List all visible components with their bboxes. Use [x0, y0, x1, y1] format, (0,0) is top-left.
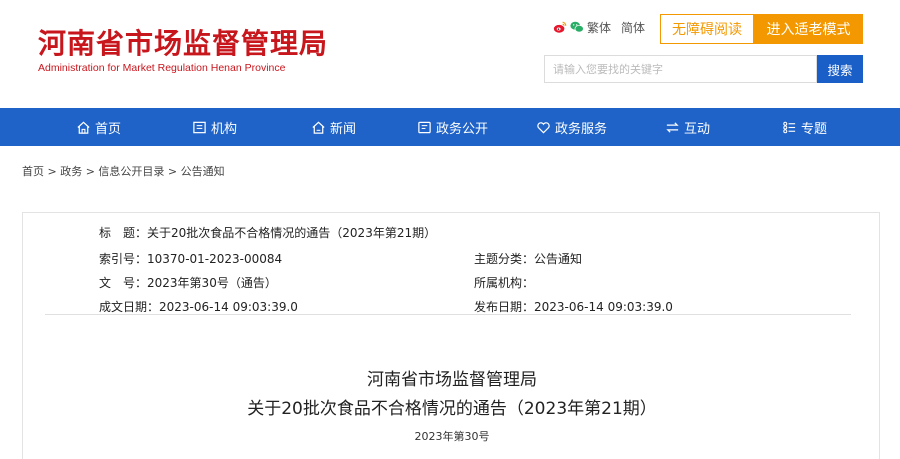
document-heading-org: 河南省市场监督管理局 — [367, 370, 537, 390]
simplified-link[interactable]: 简体 — [621, 19, 645, 36]
meta-created-value: 2023-06-14 09:03:39.0 — [159, 300, 298, 314]
document-heading-title: 关于20批次食品不合格情况的通告（2023年第21期） — [247, 399, 657, 419]
search-input[interactable] — [544, 55, 817, 83]
nav-item-news[interactable]: 新闻 — [311, 108, 356, 146]
meta-index-value: 10370-01-2023-00084 — [147, 252, 283, 266]
search-button[interactable]: 搜索 — [817, 55, 863, 83]
meta-published-value: 2023-06-14 09:03:39.0 — [534, 300, 673, 314]
nav-item-gov-service[interactable]: 政务服务 — [536, 108, 607, 146]
nav-label-interact: 互动 — [684, 121, 711, 137]
nav-label-gov-service: 政务服务 — [555, 121, 608, 137]
traditional-link[interactable]: 繁体 — [587, 19, 611, 36]
meta-category-label: 主题分类： — [474, 252, 535, 266]
list-icon — [783, 121, 796, 133]
nav-item-org[interactable]: 机构 — [192, 108, 237, 146]
meta-docno-value: 2023年第30号（通告） — [147, 276, 277, 290]
meta-category-value: 公告通知 — [534, 252, 583, 266]
meta-published-row: 发布日期：2023-06-14 09:03:39.0 — [474, 298, 673, 315]
nav-label-topics: 专题 — [801, 121, 828, 137]
site-logo-en: Administration for Market Regulation Hen… — [38, 62, 286, 74]
meta-category-row: 主题分类：公告通知 — [474, 250, 582, 267]
meta-title-value: 关于20批次食品不合格情况的通告（2023年第21期） — [147, 226, 437, 240]
site-logo-cn[interactable]: 河南省市场监督管理局 — [38, 22, 328, 62]
nav-item-gov-affairs[interactable]: 政务公开 — [417, 108, 488, 146]
home-icon — [77, 121, 90, 134]
nav-label-news: 新闻 — [330, 121, 357, 137]
news-icon — [312, 121, 325, 134]
meta-org-row: 所属机构： — [474, 274, 534, 291]
nav-label-gov-affairs: 政务公开 — [436, 121, 489, 137]
breadcrumb[interactable]: 首页 > 政务 > 信息公开目录 > 公告通知 — [22, 163, 225, 179]
nav-label-home: 首页 — [95, 121, 122, 137]
nav-item-interact[interactable]: 互动 — [665, 108, 710, 146]
document-number: 2023年第30号 — [414, 430, 490, 443]
heart-icon — [537, 121, 550, 134]
meta-docno-label: 文 号： — [99, 276, 148, 290]
exchange-icon — [666, 121, 679, 133]
meta-title-row: 标 题：关于20批次食品不合格情况的通告（2023年第21期） — [99, 224, 436, 241]
main-nav: 首页 机构 新闻 政务公开 政务服务 互动 专题 — [0, 108, 900, 146]
building-icon — [193, 121, 206, 133]
meta-org-label: 所属机构： — [474, 276, 535, 290]
article-meta: 标 题：关于20批次食品不合格情况的通告（2023年第21期） 索引号：1037… — [45, 213, 851, 315]
meta-created-label: 成文日期： — [99, 300, 160, 314]
meta-index-row: 索引号：10370-01-2023-00084 — [99, 250, 282, 267]
article-panel: 标 题：关于20批次食品不合格情况的通告（2023年第21期） 索引号：1037… — [22, 212, 880, 459]
meta-docno-row: 文 号：2023年第30号（通告） — [99, 274, 277, 291]
site-header: 河南省市场监督管理局 Administration for Market Reg… — [0, 0, 900, 108]
accessible-reading-button[interactable]: 无障碍阅读 — [660, 14, 754, 44]
meta-title-label: 标 题： — [99, 226, 148, 240]
nav-label-org: 机构 — [211, 121, 238, 137]
top-links: 繁体 简体 — [553, 18, 655, 36]
document-icon — [418, 121, 431, 133]
weibo-icon[interactable] — [553, 20, 567, 34]
meta-index-label: 索引号： — [99, 252, 148, 266]
meta-published-label: 发布日期： — [474, 300, 535, 314]
wechat-icon[interactable] — [570, 20, 584, 34]
nav-item-topics[interactable]: 专题 — [782, 108, 827, 146]
nav-item-home[interactable]: 首页 — [76, 108, 121, 146]
meta-created-row: 成文日期：2023-06-14 09:03:39.0 — [99, 298, 298, 315]
elder-mode-button[interactable]: 进入适老模式 — [754, 14, 863, 44]
